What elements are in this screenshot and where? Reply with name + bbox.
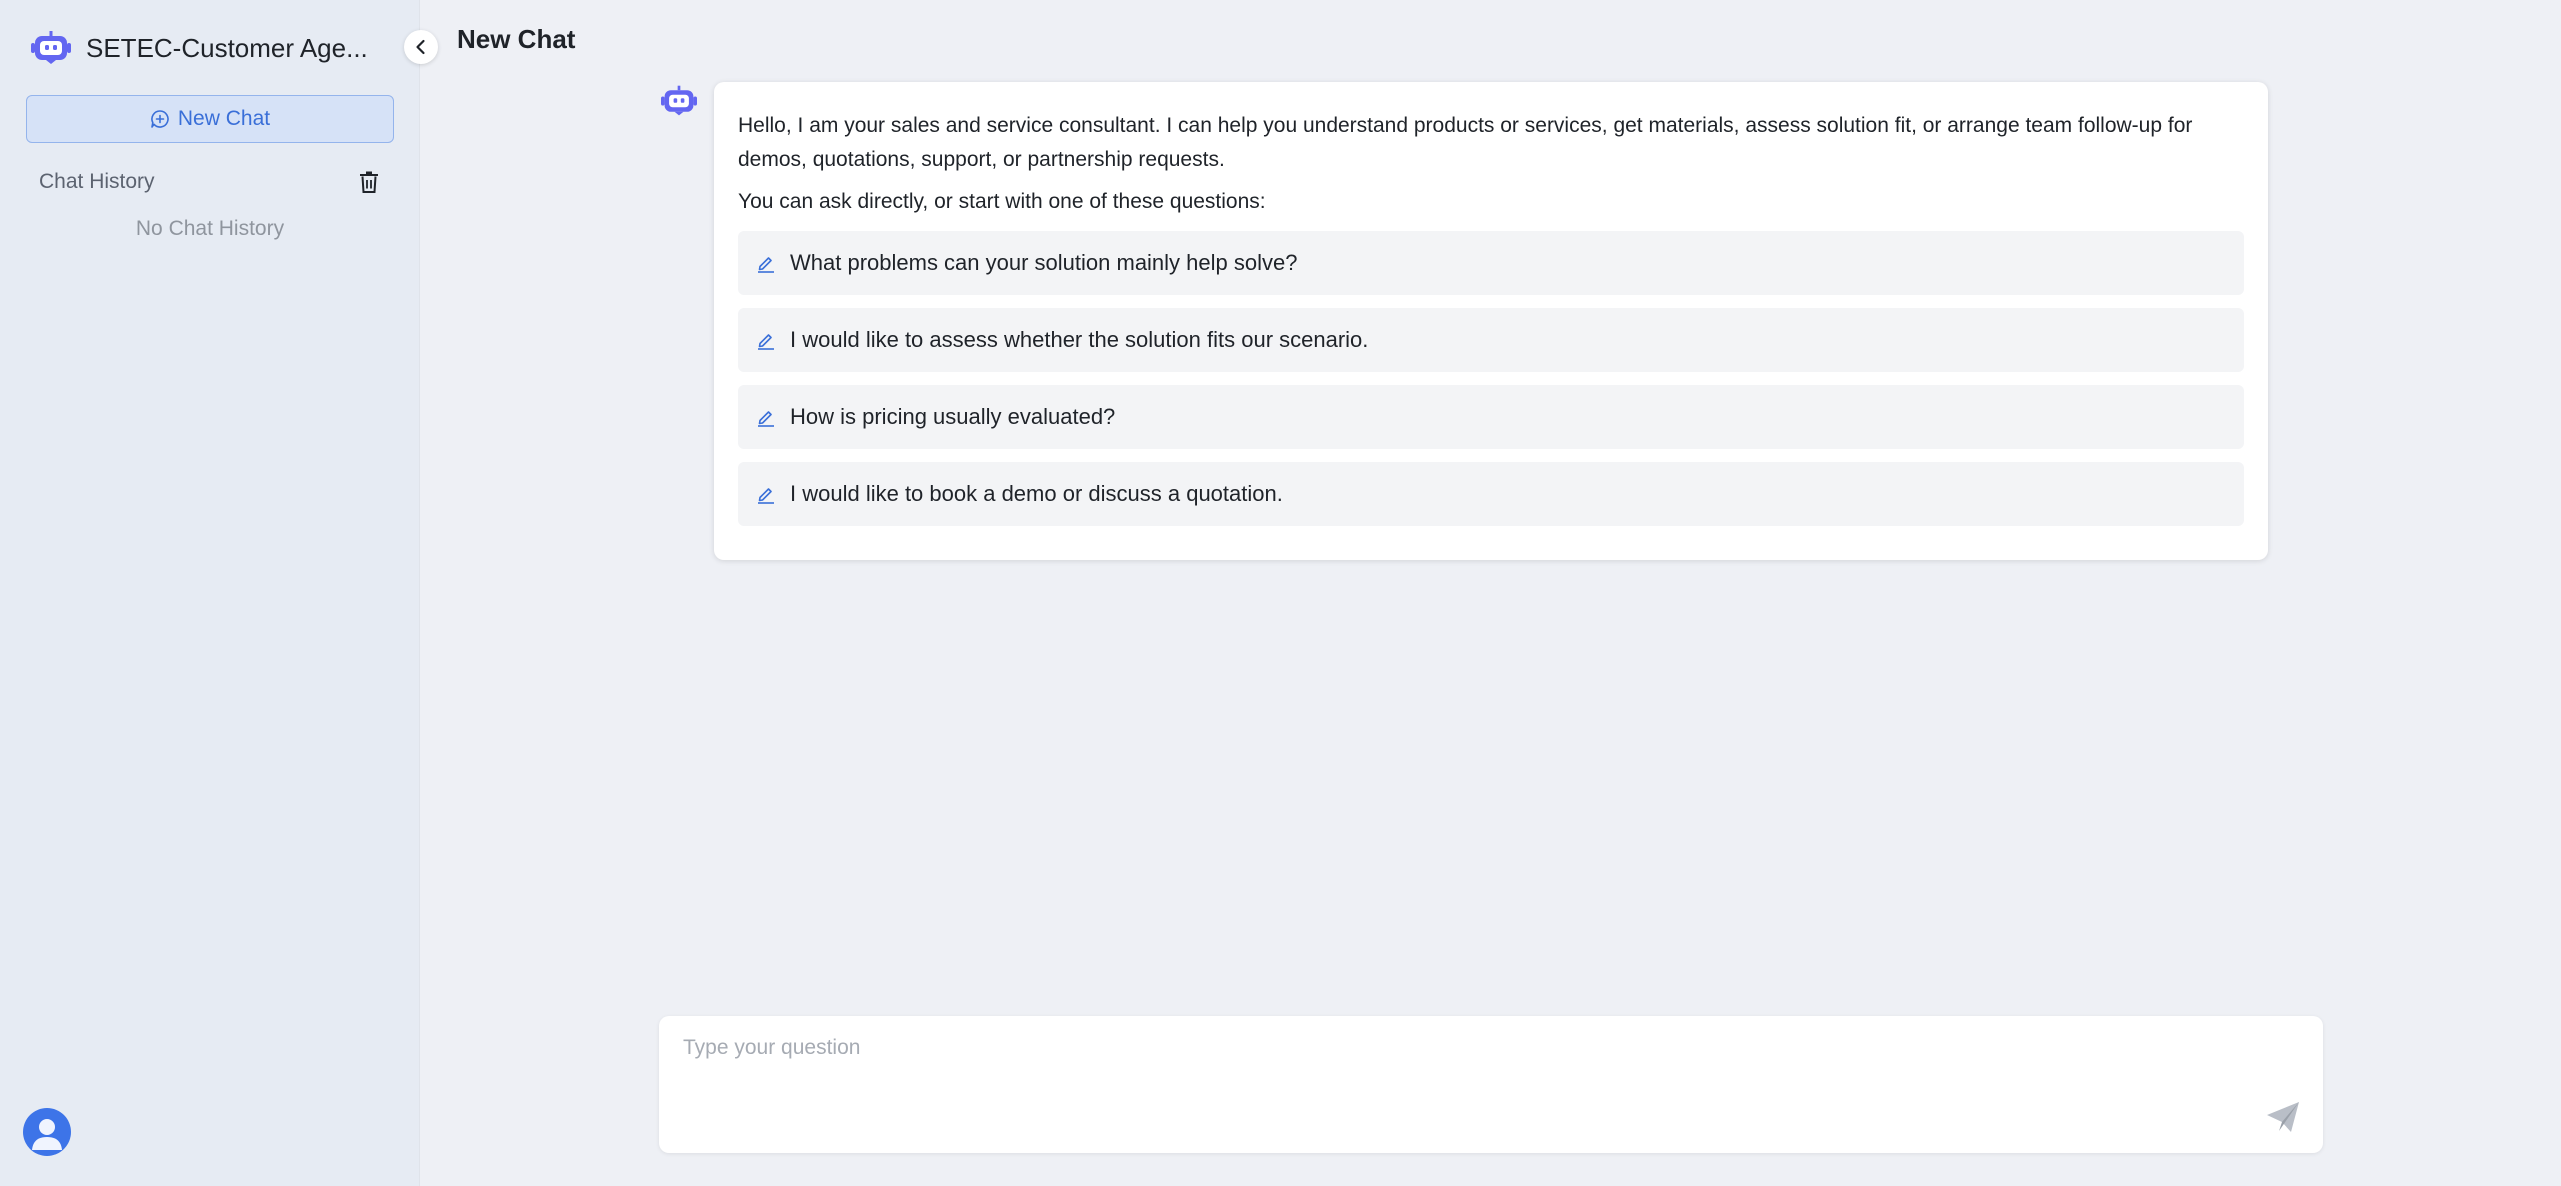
- new-chat-button[interactable]: New Chat: [26, 95, 394, 143]
- user-avatar[interactable]: [23, 1108, 71, 1156]
- chat-history-title: Chat History: [39, 170, 155, 193]
- empty-history-text: No Chat History: [135, 217, 285, 240]
- suggested-question[interactable]: I would like to book a demo or discuss a…: [738, 462, 2244, 526]
- robot-icon: [30, 30, 72, 66]
- sidebar: SETEC-Customer Age... New Chat Chat Hist…: [0, 0, 420, 1186]
- trash-icon[interactable]: [359, 171, 379, 193]
- chevron-left-icon: [414, 39, 428, 55]
- app-title: SETEC-Customer Age...: [86, 32, 368, 63]
- suggestion-label: I would like to book a demo or discuss a…: [790, 481, 1283, 506]
- send-button[interactable]: [2263, 1097, 2303, 1137]
- brand: SETEC-Customer Age...: [30, 30, 376, 66]
- pencil-icon: [756, 253, 776, 273]
- composer: [659, 1016, 2323, 1153]
- suggested-question[interactable]: What problems can your solution mainly h…: [738, 231, 2244, 295]
- app-window: SETEC-Customer Age... New Chat Chat Hist…: [0, 0, 2561, 1186]
- question-input[interactable]: [683, 1036, 2243, 1126]
- robot-icon: [660, 84, 698, 118]
- suggested-question[interactable]: I would like to assess whether the solut…: [738, 308, 2244, 372]
- prompt-text: You can ask directly, or start with one …: [738, 190, 1266, 213]
- chat-history-header: Chat History: [39, 170, 379, 194]
- chat-plus-icon: [150, 109, 170, 129]
- send-icon: [2265, 1100, 2301, 1134]
- user-icon: [23, 1108, 71, 1156]
- new-chat-label: New Chat: [177, 107, 271, 130]
- suggestion-label: How is pricing usually evaluated?: [790, 404, 1116, 429]
- pencil-icon: [756, 484, 776, 504]
- suggested-question[interactable]: How is pricing usually evaluated?: [738, 385, 2244, 449]
- pencil-icon: [756, 407, 776, 427]
- suggestion-label: What problems can your solution mainly h…: [790, 250, 1298, 275]
- suggestion-label: I would like to assess whether the solut…: [790, 327, 1369, 352]
- assistant-message: Hello, I am your sales and service consu…: [714, 82, 2268, 560]
- collapse-sidebar-button[interactable]: [404, 30, 438, 64]
- pencil-icon: [756, 330, 776, 350]
- greeting-text: Hello, I am your sales and service consu…: [738, 114, 2193, 171]
- page-title: New Chat: [457, 24, 576, 54]
